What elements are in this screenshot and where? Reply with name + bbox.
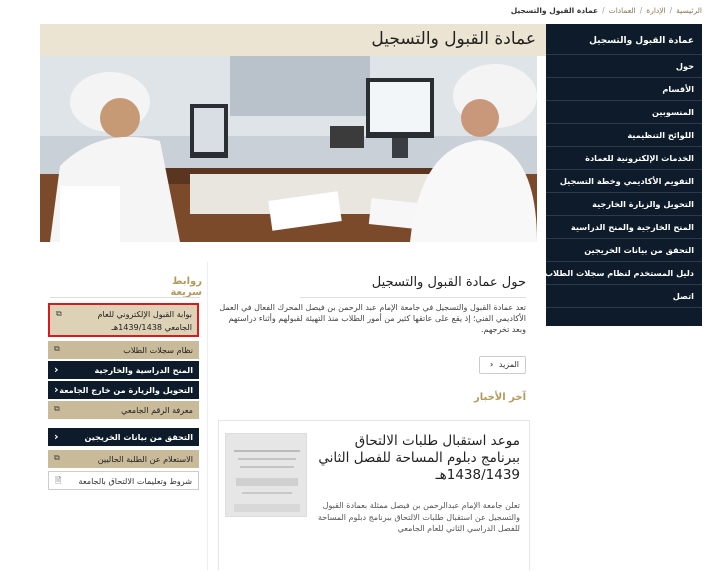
quick-link-graduates[interactable]: التحقق من بيانات الخريجين ‹ [48, 428, 199, 446]
breadcrumb: الرئيسية/الإدارة/العمادات/عمادة القبول و… [510, 6, 702, 15]
column-divider [207, 262, 208, 570]
quick-links-divider [50, 297, 200, 298]
sidebar-item-transfer[interactable]: التحويل والزيارة الخارجية [546, 193, 702, 216]
more-button[interactable]: المزيد ‹ [479, 356, 526, 374]
breadcrumb-current: عمادة القبول والتسجيل [510, 6, 599, 15]
quick-link-label: شروط وتعليمات الالتحاق بالجامعة [78, 476, 192, 486]
sidebar-header[interactable]: عمادة القبول والتسجيل [546, 24, 702, 55]
quick-link-transfer[interactable]: التحويل والزيارة من خارج الجامعة ‹ [48, 381, 199, 399]
quick-link-admission-terms[interactable]: شروط وتعليمات الالتحاق بالجامعة 🗎 [48, 471, 199, 490]
sidebar-nav: عمادة القبول والتسجيل حول الأقسام المنسو… [546, 24, 702, 326]
quick-link-label: نظام سجلات الطلاب [123, 345, 193, 355]
about-text: تعد عمادة القبول والتسجيل في جامعة الإما… [219, 303, 526, 334]
about-divider [300, 297, 526, 298]
quick-link-label-line1: بوابة القبول الإلكتروني للعام [97, 309, 192, 319]
sidebar-item-about[interactable]: حول [546, 55, 702, 78]
quick-link-university-number[interactable]: معرفة الرقم الجامعي ⧉ [48, 401, 199, 419]
breadcrumb-admin[interactable]: الإدارة [646, 6, 665, 15]
quick-link-label: المنح الدراسية والخارجية [94, 365, 193, 375]
external-link-icon: ⧉ [56, 309, 62, 318]
sidebar-item-calendar[interactable]: التقويم الأكاديمي وخطة التسجيل [546, 170, 702, 193]
quick-link-label: التحويل والزيارة من خارج الجامعة [59, 385, 193, 395]
chevron-left-icon: ‹ [490, 360, 494, 369]
sidebar-item-departments[interactable]: الأقسام [546, 78, 702, 101]
chevron-left-icon: ‹ [54, 383, 59, 396]
sidebar-item-regulations[interactable]: اللوائح التنظيمية [546, 124, 702, 147]
external-link-icon: ⧉ [54, 404, 60, 413]
about-title: حول عمادة القبول والتسجيل [371, 275, 526, 290]
quick-link-label: الاستعلام عن الطلبة الحاليين [97, 454, 193, 464]
sidebar-item-scholarships[interactable]: المنح الخارجية والمنح الدراسية [546, 216, 702, 239]
sidebar-item-user-guide[interactable]: دليل المستخدم لنظام سجلات الطلاب [546, 262, 702, 285]
quick-link-scholarships[interactable]: المنح الدراسية والخارجية ‹ [48, 361, 199, 379]
chevron-left-icon: ‹ [54, 430, 59, 443]
sidebar-item-contact[interactable]: اتصل [546, 285, 702, 308]
breadcrumb-deanships[interactable]: العمادات [609, 6, 636, 15]
quick-link-label-line2: الجامعي 1439/1438هـ [111, 322, 192, 332]
quick-link-label: معرفة الرقم الجامعي [121, 405, 193, 415]
more-button-label: المزيد [498, 360, 519, 369]
page-title: عمادة القبول والتسجيل [371, 29, 536, 49]
quick-link-current-students[interactable]: الاستعلام عن الطلبة الحاليين ⧉ [48, 450, 199, 468]
title-bar: عمادة القبول والتسجيل [40, 24, 546, 56]
news-heading: آخر الأخبار [473, 392, 526, 403]
document-icon: 🗎 [55, 476, 62, 485]
quick-link-admission-portal[interactable]: بوابة القبول الإلكتروني للعام الجامعي 14… [48, 303, 199, 337]
quick-link-student-records[interactable]: نظام سجلات الطلاب ⧉ [48, 341, 199, 359]
sidebar-item-eservices[interactable]: الخدمات الإلكترونية للعمادة [546, 147, 702, 170]
hero-photo [40, 56, 537, 242]
news-summary: تعلن جامعة الإمام عبدالرحمن بن فيصل ممثل… [317, 501, 520, 533]
sidebar-item-staff[interactable]: المنسوبين [546, 101, 702, 124]
news-title[interactable]: موعد استقبال طلبات الالتحاق ببرنامج دبلو… [312, 433, 520, 484]
quick-link-label: التحقق من بيانات الخريجين [84, 432, 193, 442]
news-thumbnail[interactable] [225, 433, 307, 517]
breadcrumb-home[interactable]: الرئيسية [676, 6, 702, 15]
quick-links-title: روابط سريعة [170, 276, 202, 298]
chevron-left-icon: ‹ [54, 363, 59, 376]
external-link-icon: ⧉ [54, 344, 60, 353]
sidebar-item-graduates[interactable]: التحقق من بيانات الخريجين [546, 239, 702, 262]
external-link-icon: ⧉ [54, 453, 60, 462]
